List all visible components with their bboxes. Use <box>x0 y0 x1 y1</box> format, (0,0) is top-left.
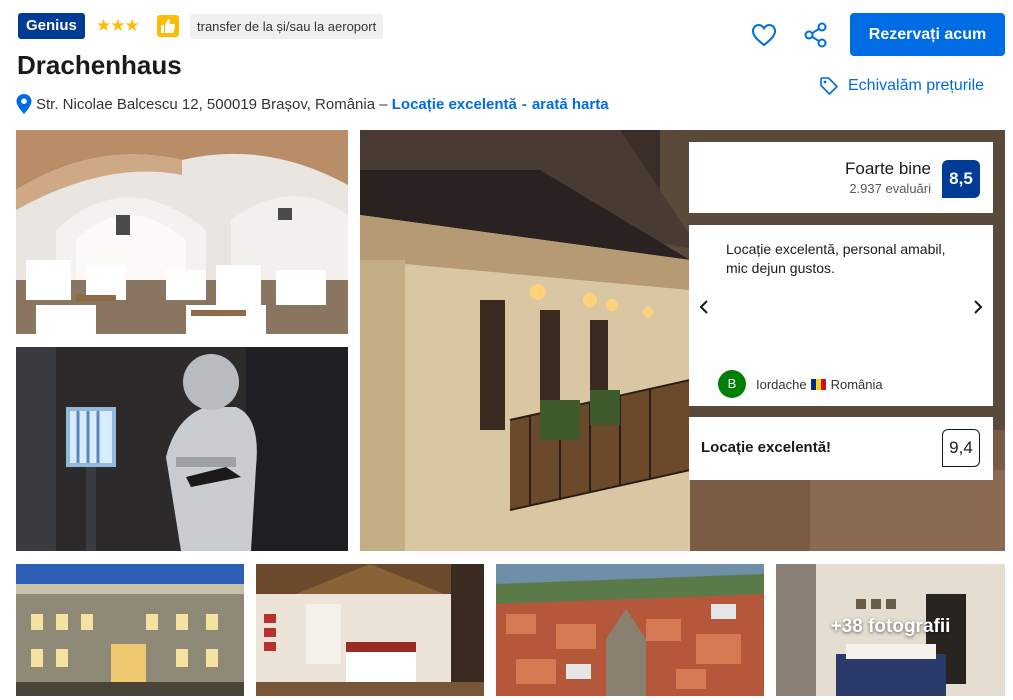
map-pin-icon <box>16 94 32 114</box>
save-favorite-button[interactable] <box>749 20 779 50</box>
score-label: Foarte bine <box>845 159 931 178</box>
location-score-badge: 9,4 <box>942 429 980 467</box>
photo-bedroom-more[interactable]: +38 fotografii <box>776 564 1005 696</box>
avatar: B <box>718 370 746 398</box>
airport-transfer-tag: transfer de la și/sau la aeroport <box>190 14 384 39</box>
heart-icon <box>751 23 777 47</box>
address-row: Str. Nicolae Balcescu 12, 500019 Brașov,… <box>16 94 609 114</box>
photo-disinfection[interactable] <box>16 347 348 551</box>
photo-restaurant[interactable] <box>16 130 348 334</box>
location-link[interactable]: Locație excelentă <box>392 96 517 113</box>
review-text: Locație excelentă, personal amabil, mic … <box>726 241 946 276</box>
thumbs-up-icon <box>157 15 179 37</box>
reviewer: B Iordache România <box>718 370 883 398</box>
star-rating: ★★★ <box>96 16 140 35</box>
show-map-link[interactable]: arată harta <box>532 96 609 113</box>
share-button[interactable] <box>801 20 831 50</box>
reviewer-name: Iordache <box>756 376 807 392</box>
chevron-left-icon <box>699 300 708 314</box>
location-score-card[interactable]: Locație excelentă! 9,4 <box>689 417 993 480</box>
address-text: Str. Nicolae Balcescu 12, 500019 Brașov,… <box>36 95 388 113</box>
chevron-right-icon <box>974 300 983 314</box>
price-match-link[interactable]: Echivalăm prețurile <box>819 76 984 96</box>
review-score-card[interactable]: Foarte bine 2.937 evaluări 8,5 <box>689 142 993 213</box>
reserve-now-button[interactable]: Rezervați acum <box>850 13 1005 56</box>
photo-exterior-night[interactable] <box>16 564 244 696</box>
price-match-label: Echivalăm prețurile <box>848 77 985 94</box>
photo-attic-room[interactable] <box>256 564 484 696</box>
price-tag-icon <box>820 77 838 95</box>
share-icon <box>804 22 827 48</box>
reviewer-country: România <box>830 376 883 392</box>
more-photos-label[interactable]: +38 fotografii <box>776 616 1005 638</box>
romania-flag-icon <box>810 378 826 390</box>
link-separator: - <box>521 95 527 113</box>
genius-badge: Genius <box>18 13 85 39</box>
score-badge: 8,5 <box>942 160 980 198</box>
featured-review-card: Locație excelentă, personal amabil, mic … <box>689 225 993 406</box>
hotel-name: Drachenhaus <box>17 50 182 80</box>
review-next-button[interactable] <box>969 293 987 321</box>
review-prev-button[interactable] <box>695 293 713 321</box>
location-score-label: Locație excelentă! <box>701 439 832 456</box>
review-count: 2.937 evaluări <box>849 181 931 196</box>
photo-city-aerial[interactable] <box>496 564 764 696</box>
